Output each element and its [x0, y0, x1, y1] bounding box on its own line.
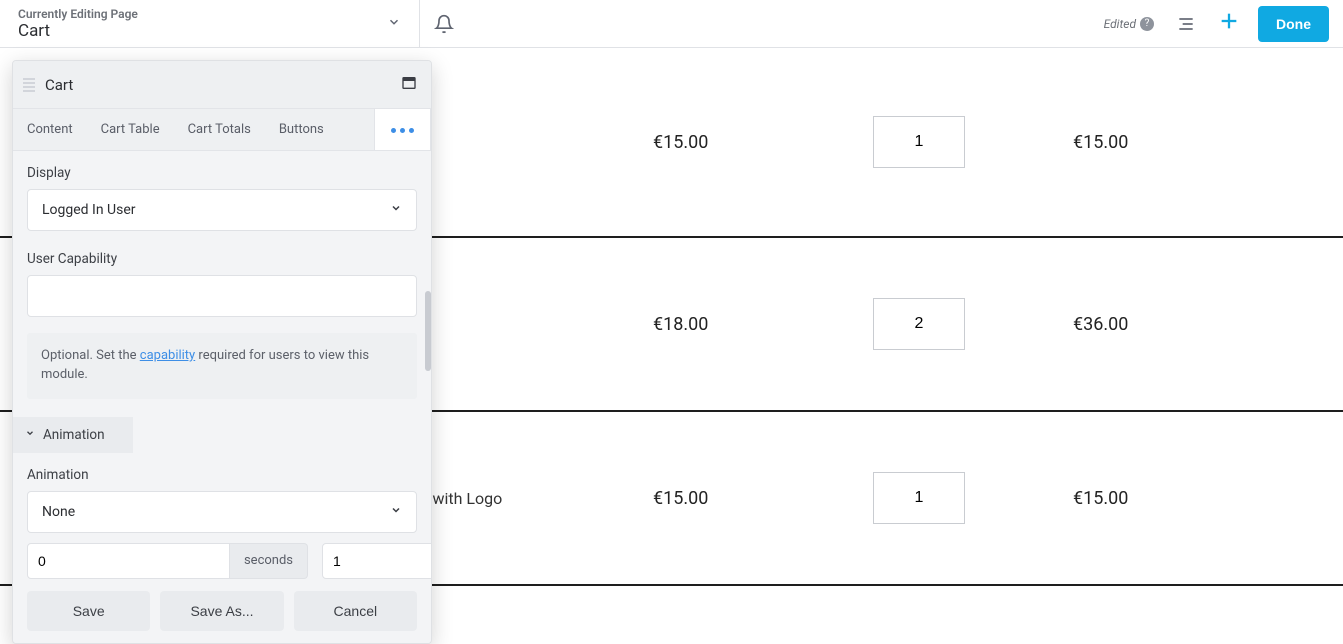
panel-body: Display Logged In User User Capability O…	[13, 151, 431, 579]
edited-label: Edited	[1104, 17, 1136, 31]
quantity-input[interactable]	[873, 472, 965, 524]
tab-buttons[interactable]: Buttons	[265, 109, 338, 150]
panel-tabs: Content Cart Table Cart Totals Buttons	[13, 109, 431, 151]
top-bar: Currently Editing Page Cart Edited ? Don…	[0, 0, 1343, 48]
save-button[interactable]: Save	[27, 591, 150, 631]
tab-content[interactable]: Content	[13, 109, 87, 150]
unit-price: €15.00	[653, 488, 813, 509]
chevron-down-icon[interactable]	[387, 15, 401, 33]
help-icon: ?	[1140, 17, 1154, 31]
page-title: Cart	[18, 21, 138, 41]
unit-price: €15.00	[653, 132, 813, 153]
product-name: e with Logo	[420, 489, 653, 508]
line-total: €15.00	[1073, 132, 1233, 153]
top-bar-actions: Edited ? Done	[1104, 6, 1343, 42]
quantity-input[interactable]	[873, 116, 965, 168]
edited-indicator[interactable]: Edited ?	[1104, 17, 1154, 31]
page-switcher[interactable]: Currently Editing Page Cart	[0, 0, 420, 48]
outline-button[interactable]	[1172, 10, 1200, 38]
panel-title: Cart	[45, 76, 401, 94]
chevron-down-icon	[390, 504, 402, 520]
chevron-down-icon	[25, 428, 35, 441]
user-capability-help: Optional. Set the capability required fo…	[27, 333, 417, 399]
add-button[interactable]	[1218, 10, 1240, 38]
delay-input[interactable]	[27, 543, 230, 579]
delay-unit: seconds	[230, 543, 308, 579]
line-total: €15.00	[1073, 488, 1233, 509]
animation-section-toggle[interactable]: Animation	[13, 417, 133, 453]
tab-cart-totals[interactable]: Cart Totals	[174, 109, 265, 150]
quantity-input[interactable]	[873, 298, 965, 350]
duration-input[interactable]	[322, 543, 431, 579]
capability-link[interactable]: capability	[140, 348, 195, 363]
done-button[interactable]: Done	[1258, 6, 1329, 42]
cancel-button[interactable]: Cancel	[294, 591, 417, 631]
user-capability-input[interactable]	[27, 275, 417, 317]
module-settings-panel: Cart Content Cart Table Cart Totals Butt…	[12, 60, 432, 644]
scrollbar-thumb[interactable]	[425, 291, 431, 371]
tab-cart-table[interactable]: Cart Table	[87, 109, 174, 150]
animation-section-label: Animation	[43, 427, 105, 443]
drag-handle-icon[interactable]	[23, 78, 35, 92]
animation-select[interactable]: None	[27, 491, 417, 533]
user-capability-label: User Capability	[27, 251, 417, 267]
expand-icon[interactable]	[401, 75, 417, 95]
editing-label: Currently Editing Page	[18, 7, 138, 21]
animation-label: Animation	[27, 467, 417, 483]
animation-value: None	[42, 504, 75, 520]
save-as-button[interactable]: Save As...	[160, 591, 283, 631]
chevron-down-icon	[390, 202, 402, 218]
panel-header[interactable]: Cart	[13, 61, 431, 109]
display-label: Display	[27, 165, 417, 181]
product-name: e	[420, 315, 653, 334]
panel-footer: Save Save As... Cancel	[13, 579, 431, 643]
more-icon	[389, 122, 416, 137]
notifications-button[interactable]	[420, 0, 468, 48]
tab-advanced[interactable]	[374, 109, 431, 150]
display-value: Logged In User	[42, 202, 136, 218]
unit-price: €18.00	[653, 314, 813, 335]
display-select[interactable]: Logged In User	[27, 189, 417, 231]
line-total: €36.00	[1073, 314, 1233, 335]
